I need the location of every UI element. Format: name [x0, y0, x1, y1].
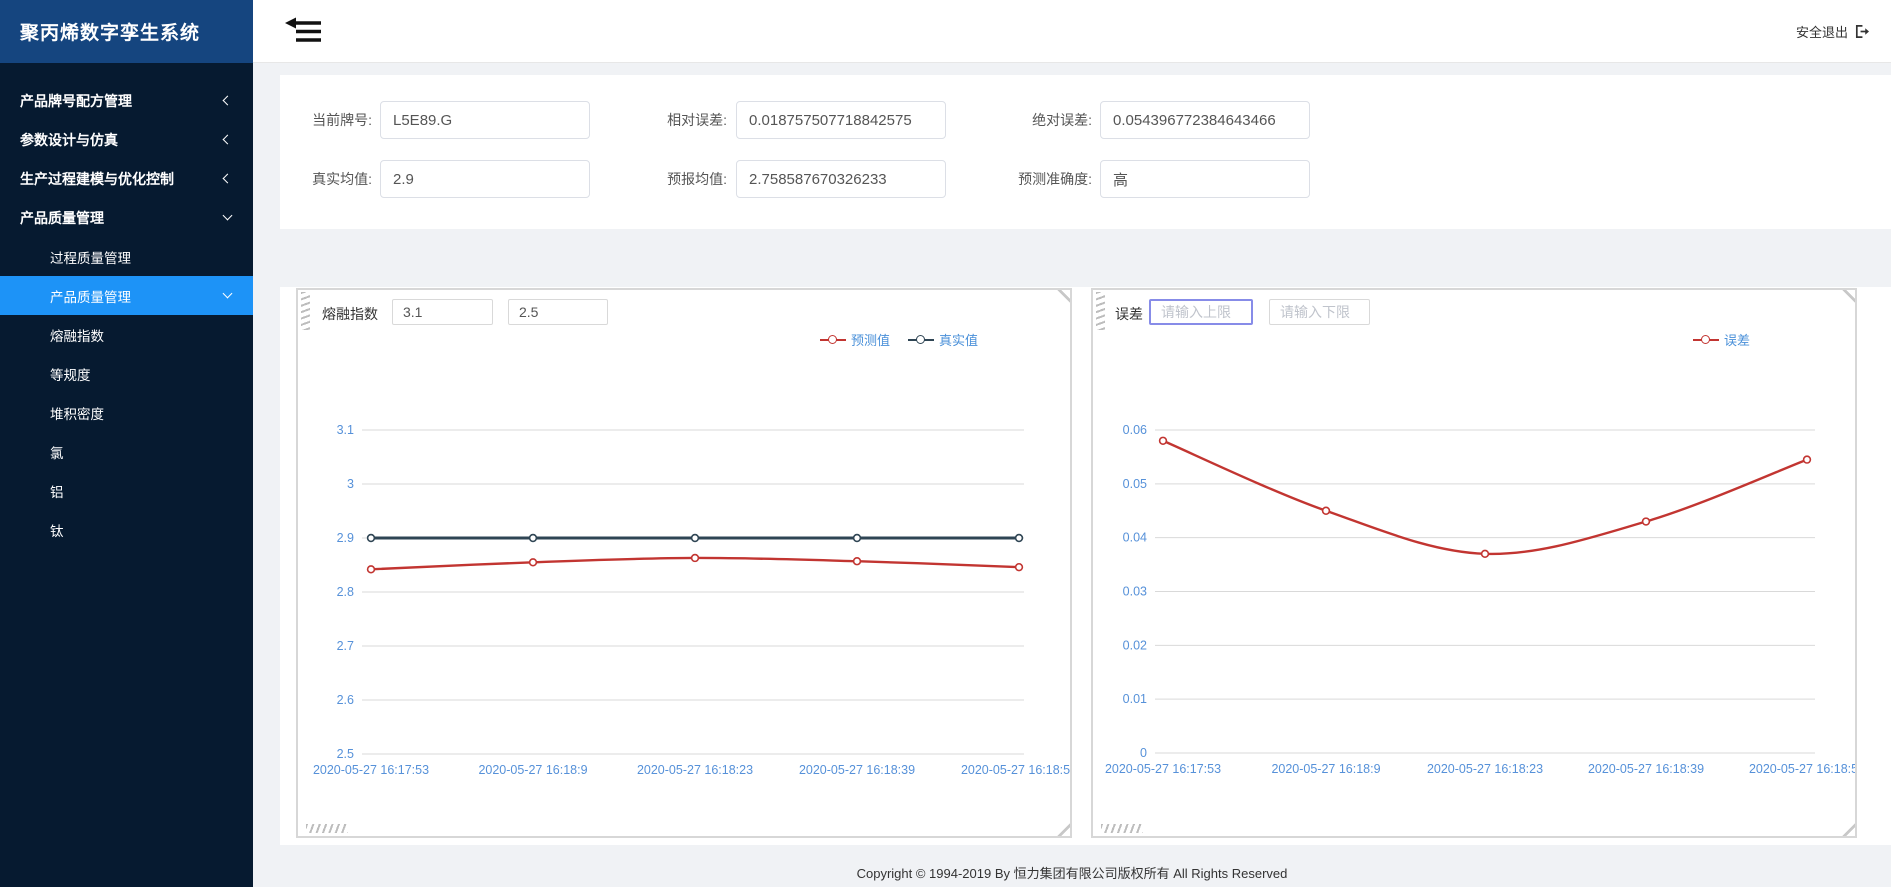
sidebar-subitem-7[interactable]: 钛: [0, 510, 253, 549]
svg-text:2.9: 2.9: [337, 531, 354, 545]
logout-button[interactable]: 安全退出: [1796, 0, 1869, 63]
sidebar-subitem-label: 产品质量管理: [50, 286, 131, 306]
svg-text:2020-05-27 16:17:53: 2020-05-27 16:17:53: [313, 763, 429, 777]
svg-text:2020-05-27 16:18:53: 2020-05-27 16:18:53: [961, 763, 1070, 777]
svg-text:0.05: 0.05: [1123, 477, 1147, 491]
sidebar-item-3[interactable]: 产品质量管理: [0, 198, 253, 237]
sidebar-item-2[interactable]: 生产过程建模与优化控制: [0, 159, 253, 198]
svg-text:2020-05-27 16:18:9: 2020-05-27 16:18:9: [478, 763, 587, 777]
sidebar-item-label: 参数设计与仿真: [20, 130, 118, 150]
chevron-down-icon: [223, 289, 233, 299]
sidebar-subitem-label: 过程质量管理: [50, 247, 131, 267]
sidebar-item-label: 产品质量管理: [20, 208, 104, 228]
sidebar-subitem-label: 等规度: [50, 364, 91, 384]
topbar: 安全退出: [253, 0, 1891, 63]
svg-text:3.1: 3.1: [337, 423, 354, 437]
summary-form-card: 当前牌号: 相对误差: 绝对误差: 真实均值: 预报均值: 预测准确度:: [280, 75, 1891, 229]
sidebar-subitem-label: 堆积密度: [50, 403, 104, 423]
svg-text:2020-05-27 16:18:39: 2020-05-27 16:18:39: [799, 763, 915, 777]
chevron-left-icon: [223, 96, 233, 106]
melt-index-chart[interactable]: 3.1 3 2.9 2.8 2.7 2.6 2.5 2020-05-27 16:17:53 20…: [298, 290, 1070, 836]
svg-text:0.01: 0.01: [1123, 692, 1147, 706]
sidebar-subitem-4[interactable]: 堆积密度: [0, 393, 253, 432]
svg-text:2020-05-27 16:18:53: 2020-05-27 16:18:53: [1749, 762, 1855, 776]
sidebar-menu: 产品牌号配方管理参数设计与仿真生产过程建模与优化控制产品质量管理过程质量管理产品…: [0, 63, 253, 549]
chevron-left-icon: [223, 135, 233, 145]
current-grade-input[interactable]: [380, 101, 590, 139]
chevron-down-icon: [223, 211, 233, 221]
chevron-left-icon: [223, 174, 233, 184]
sidebar-subitem-1[interactable]: 产品质量管理: [0, 276, 253, 315]
field-label-actual-mean: 真实均值:: [280, 160, 372, 198]
svg-text:2.6: 2.6: [337, 693, 354, 707]
svg-text:3: 3: [347, 477, 354, 491]
svg-text:2.8: 2.8: [337, 585, 354, 599]
field-label-relative-error: 相对误差:: [620, 101, 727, 139]
error-chart[interactable]: 0.06 0.05 0.04 0.03 0.02 0.01 0 2020-05-27 16:1…: [1093, 290, 1855, 836]
accuracy-input[interactable]: [1100, 160, 1310, 198]
sidebar-subitem-label: 熔融指数: [50, 325, 104, 345]
melt-index-chart-panel: 熔融指数 预测值真实值 3.132.92.82.72.62.52020-05-2…: [296, 288, 1072, 838]
predicted-mean-input[interactable]: [736, 160, 946, 198]
svg-text:0.04: 0.04: [1123, 531, 1147, 545]
absolute-error-input[interactable]: [1100, 101, 1310, 139]
sidebar-subitem-label: 钛: [50, 520, 64, 540]
sign-out-icon: [1854, 24, 1869, 39]
field-label-accuracy: 预测准确度:: [970, 160, 1092, 198]
sidebar-item-0[interactable]: 产品牌号配方管理: [0, 81, 253, 120]
svg-text:0.02: 0.02: [1123, 638, 1147, 652]
sidebar-item-label: 产品牌号配方管理: [20, 91, 132, 111]
actual-mean-input[interactable]: [380, 160, 590, 198]
svg-text:2020-05-27 16:18:23: 2020-05-27 16:18:23: [1427, 762, 1543, 776]
sidebar: 聚丙烯数字孪生系统 产品牌号配方管理参数设计与仿真生产过程建模与优化控制产品质量…: [0, 0, 253, 887]
svg-text:0.06: 0.06: [1123, 423, 1147, 437]
app-title: 聚丙烯数字孪生系统: [0, 0, 253, 63]
sidebar-subitem-3[interactable]: 等规度: [0, 354, 253, 393]
svg-text:2.7: 2.7: [337, 639, 354, 653]
svg-text:2.5: 2.5: [337, 747, 354, 761]
svg-text:0.03: 0.03: [1123, 585, 1147, 599]
sidebar-item-1[interactable]: 参数设计与仿真: [0, 120, 253, 159]
sidebar-collapse-icon[interactable]: [283, 17, 325, 50]
error-chart-panel: 误差 误差 0.060.050.040.030.020.0102020-05-2…: [1091, 288, 1857, 838]
svg-text:2020-05-27 16:18:23: 2020-05-27 16:18:23: [637, 763, 753, 777]
copyright-text: Copyright © 1994-2019 By 恒力集团有限公司版权所有 Al…: [253, 863, 1891, 882]
svg-text:2020-05-27 16:18:9: 2020-05-27 16:18:9: [1271, 762, 1380, 776]
sidebar-subitem-label: 氯: [50, 442, 64, 462]
sidebar-item-label: 生产过程建模与优化控制: [20, 169, 174, 189]
sidebar-subitem-label: 铝: [50, 481, 64, 501]
field-label-predicted-mean: 预报均值:: [620, 160, 727, 198]
field-label-absolute-error: 绝对误差:: [970, 101, 1092, 139]
sidebar-subitem-0[interactable]: 过程质量管理: [0, 237, 253, 276]
sidebar-subitem-5[interactable]: 氯: [0, 432, 253, 471]
relative-error-input[interactable]: [736, 101, 946, 139]
sidebar-subitem-6[interactable]: 铝: [0, 471, 253, 510]
app-root: 聚丙烯数字孪生系统 产品牌号配方管理参数设计与仿真生产过程建模与优化控制产品质量…: [0, 0, 1891, 887]
svg-text:2020-05-27 16:17:53: 2020-05-27 16:17:53: [1105, 762, 1221, 776]
logout-label: 安全退出: [1796, 22, 1848, 41]
field-label-current-grade: 当前牌号:: [280, 101, 372, 139]
charts-card: 熔融指数 预测值真实值 3.132.92.82.72.62.52020-05-2…: [280, 287, 1891, 845]
svg-text:2020-05-27 16:18:39: 2020-05-27 16:18:39: [1588, 762, 1704, 776]
sidebar-subitem-2[interactable]: 熔融指数: [0, 315, 253, 354]
svg-text:0: 0: [1140, 746, 1147, 760]
